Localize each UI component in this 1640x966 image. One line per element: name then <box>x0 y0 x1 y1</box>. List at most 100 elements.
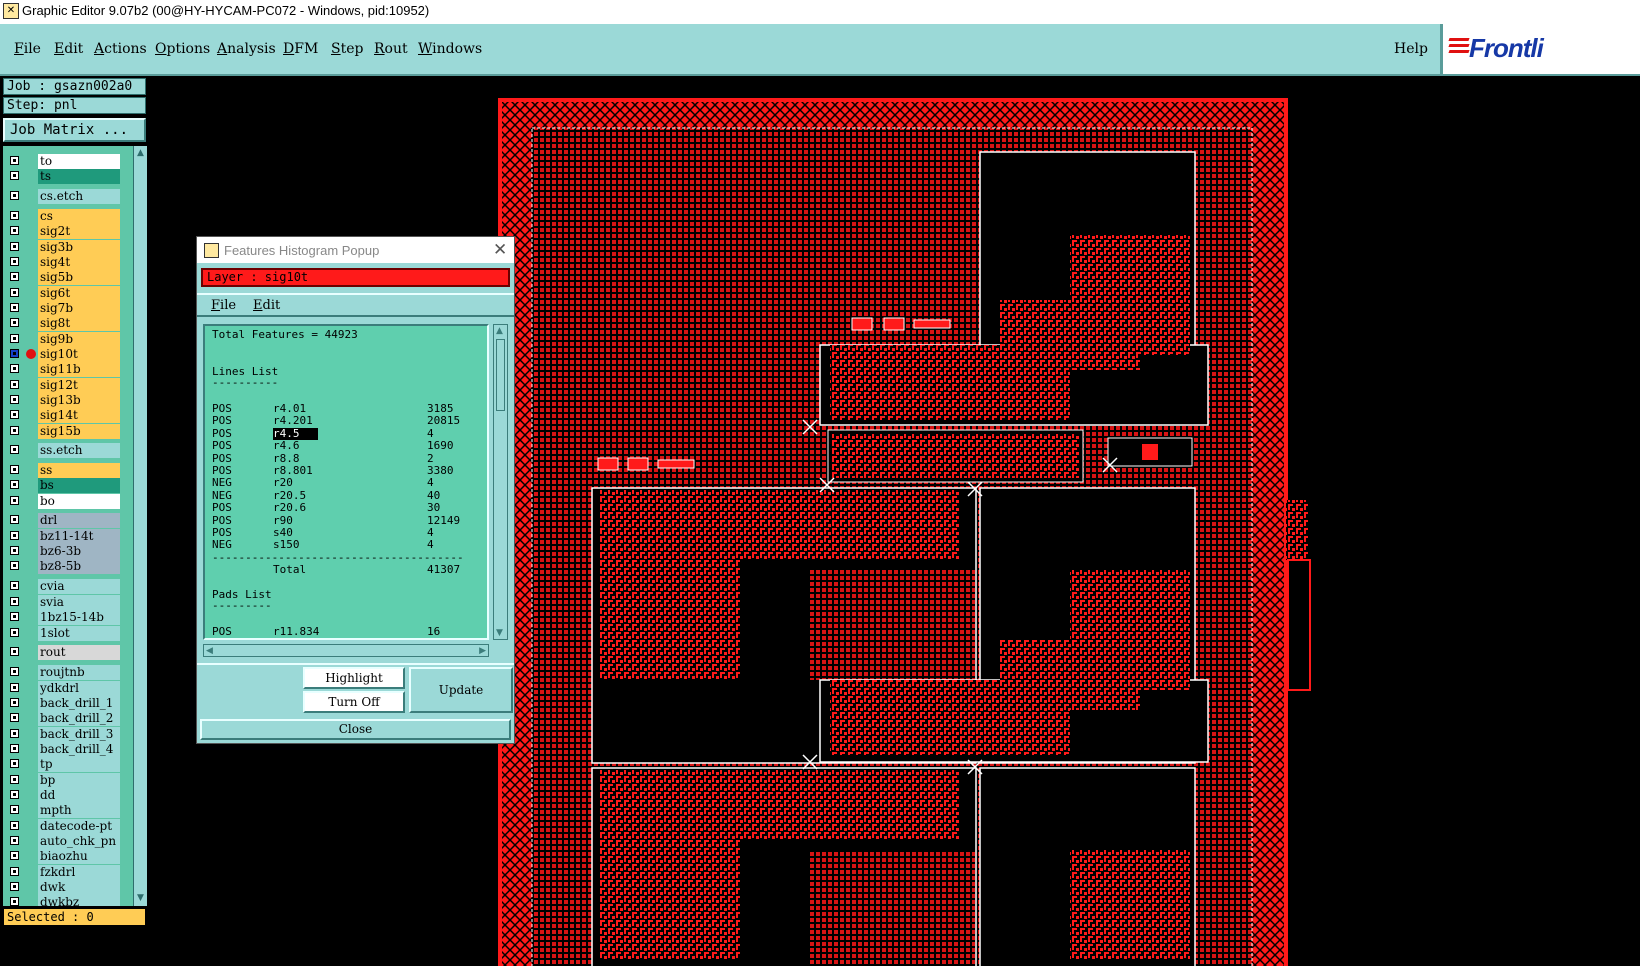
layer-checkbox[interactable] <box>10 380 19 389</box>
histogram-text[interactable]: Total Features = 44923 Lines List ------… <box>203 324 489 640</box>
layer-checkbox[interactable] <box>10 546 19 555</box>
layer-name[interactable]: cs.etch <box>38 189 120 204</box>
layer-checkbox[interactable] <box>10 597 19 606</box>
layer-checkbox[interactable] <box>10 349 19 358</box>
layer-row-ts[interactable]: ts <box>3 169 133 184</box>
layer-name[interactable]: sig5b <box>38 270 120 285</box>
layer-checkbox[interactable] <box>10 318 19 327</box>
scroll-left-icon[interactable]: ◀ <box>206 646 213 656</box>
layer-checkbox[interactable] <box>10 288 19 297</box>
layer-name[interactable]: sig3b <box>38 240 120 255</box>
menu-dfm[interactable]: DFM <box>283 41 318 57</box>
scroll-down-icon[interactable]: ▼ <box>135 893 146 904</box>
layer-checkbox[interactable] <box>10 480 19 489</box>
scroll-down-icon[interactable]: ▼ <box>496 628 503 638</box>
layer-checkbox[interactable] <box>10 612 19 621</box>
layer-name[interactable]: sig2t <box>38 224 120 239</box>
layer-checkbox[interactable] <box>10 647 19 656</box>
layer-row-1slot[interactable]: 1slot <box>3 626 133 641</box>
menu-rout[interactable]: Rout <box>374 41 408 57</box>
job-matrix-button[interactable]: Job Matrix ... <box>3 118 146 142</box>
layer-row-to[interactable]: to <box>3 154 133 169</box>
layer-row-ss[interactable]: ss <box>3 463 133 478</box>
layer-name[interactable]: 1slot <box>38 626 120 641</box>
layer-row-auto_chk_pn[interactable]: auto_chk_pn <box>3 834 133 849</box>
layer-checkbox[interactable] <box>10 496 19 505</box>
layer-name[interactable]: bz8-5b <box>38 559 120 574</box>
layer-name[interactable]: sig8t <box>38 316 120 331</box>
menu-analysis[interactable]: Analysis <box>217 41 276 57</box>
layer-row-1bz15-14b[interactable]: 1bz15-14b <box>3 610 133 625</box>
layer-name[interactable]: sig15b <box>38 424 120 439</box>
layer-checkbox[interactable] <box>10 867 19 876</box>
turn-off-button[interactable]: Turn Off <box>303 691 405 713</box>
layer-name[interactable]: back_drill_4 <box>38 742 120 757</box>
layer-row-sig12t[interactable]: sig12t <box>3 378 133 393</box>
scroll-right-icon[interactable]: ▶ <box>479 646 486 656</box>
scroll-thumb[interactable] <box>496 339 505 411</box>
popup-menu-file[interactable]: File <box>211 298 236 313</box>
layer-row-sig4t[interactable]: sig4t <box>3 255 133 270</box>
layer-row-back_drill_4[interactable]: back_drill_4 <box>3 742 133 757</box>
layer-checkbox[interactable] <box>10 364 19 373</box>
scroll-up-icon[interactable]: ▲ <box>135 148 146 159</box>
layer-checkbox[interactable] <box>10 628 19 637</box>
layer-name[interactable]: bp <box>38 773 120 788</box>
histogram-vscrollbar[interactable]: ▲ ▼ <box>493 324 508 640</box>
layer-row-sig11b[interactable]: sig11b <box>3 362 133 377</box>
menu-options[interactable]: Options <box>155 41 210 57</box>
layer-checkbox[interactable] <box>10 171 19 180</box>
layer-checkbox[interactable] <box>10 272 19 281</box>
layer-checkbox[interactable] <box>10 410 19 419</box>
layer-row-sig15b[interactable]: sig15b <box>3 424 133 439</box>
layer-name[interactable]: sig7b <box>38 301 120 316</box>
layer-row-sig5b[interactable]: sig5b <box>3 270 133 285</box>
layer-name[interactable]: bs <box>38 478 120 493</box>
layer-row-cvia[interactable]: cvia <box>3 579 133 594</box>
menu-help[interactable]: Help <box>1394 41 1428 57</box>
layer-name[interactable]: sig4t <box>38 255 120 270</box>
layer-row-dd[interactable]: dd <box>3 788 133 803</box>
layer-row-sig7b[interactable]: sig7b <box>3 301 133 316</box>
layer-checkbox[interactable] <box>10 683 19 692</box>
layer-name[interactable]: cvia <box>38 579 120 594</box>
layer-name[interactable]: to <box>38 154 120 169</box>
layer-row-cs.etch[interactable]: cs.etch <box>3 189 133 204</box>
layer-row-ydkdrl[interactable]: ydkdrl <box>3 681 133 696</box>
layer-row-sig10t[interactable]: sig10t <box>3 347 133 362</box>
layer-name[interactable]: ss <box>38 463 120 478</box>
menu-step[interactable]: Step <box>331 41 363 57</box>
layer-row-bz8-5b[interactable]: bz8-5b <box>3 559 133 574</box>
layer-name[interactable]: bz6-3b <box>38 544 120 559</box>
layer-row-back_drill_2[interactable]: back_drill_2 <box>3 711 133 726</box>
layer-row-back_drill_3[interactable]: back_drill_3 <box>3 727 133 742</box>
layer-row-fzkdrl[interactable]: fzkdrl <box>3 865 133 880</box>
layer-name[interactable]: back_drill_2 <box>38 711 120 726</box>
layer-row-bz11-14t[interactable]: bz11-14t <box>3 529 133 544</box>
layer-name[interactable]: sig9b <box>38 332 120 347</box>
layer-checkbox[interactable] <box>10 759 19 768</box>
layer-row-sig2t[interactable]: sig2t <box>3 224 133 239</box>
layer-row-bz6-3b[interactable]: bz6-3b <box>3 544 133 559</box>
layer-name[interactable]: datecode-pt <box>38 819 120 834</box>
layer-row-drl[interactable]: drl <box>3 513 133 528</box>
layer-checkbox[interactable] <box>10 334 19 343</box>
layer-row-bs[interactable]: bs <box>3 478 133 493</box>
layer-name[interactable]: roujtnb <box>38 665 120 680</box>
popup-titlebar[interactable]: Features Histogram Popup ✕ <box>197 237 514 263</box>
layer-name[interactable]: svia <box>38 595 120 610</box>
layer-checkbox[interactable] <box>10 667 19 676</box>
layer-checkbox[interactable] <box>10 790 19 799</box>
layer-checkbox[interactable] <box>10 775 19 784</box>
layer-checkbox[interactable] <box>10 581 19 590</box>
layer-row-roujtnb[interactable]: roujtnb <box>3 665 133 680</box>
layer-row-bo[interactable]: bo <box>3 494 133 509</box>
layer-checkbox[interactable] <box>10 713 19 722</box>
layer-row-ss.etch[interactable]: ss.etch <box>3 443 133 458</box>
layer-name[interactable]: sig11b <box>38 362 120 377</box>
update-button[interactable]: Update <box>409 667 513 713</box>
layer-row-biaozhu[interactable]: biaozhu <box>3 849 133 864</box>
layer-row-sig9b[interactable]: sig9b <box>3 332 133 347</box>
layer-name[interactable]: sig6t <box>38 286 120 301</box>
layer-name[interactable]: sig13b <box>38 393 120 408</box>
